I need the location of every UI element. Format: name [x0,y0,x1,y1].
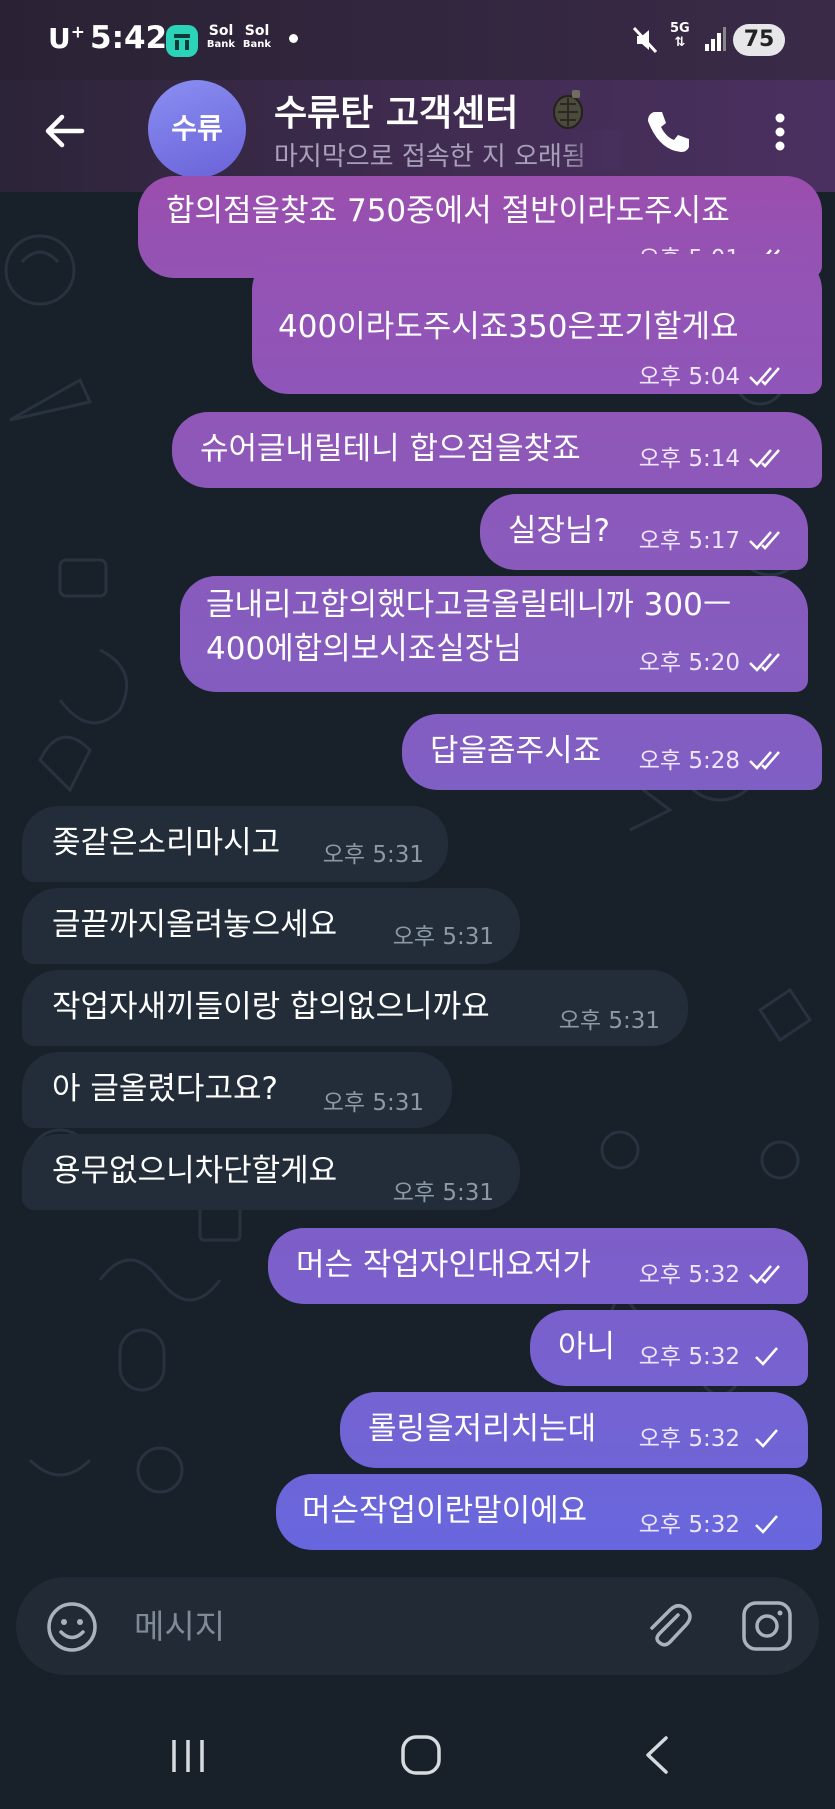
notification-dot [289,34,298,43]
message-text: 글끝까지올려놓으세요 [52,907,338,943]
message-composer [16,1577,819,1675]
message-time: 오후 5:31 [558,1008,660,1034]
message-bubble-out[interactable]: 아니 오후 5:32 [530,1310,808,1386]
message-time: 오후 5:31 [322,842,424,868]
check-icon [755,1347,778,1366]
message-bubble-in[interactable]: 아 글올렸다고요? 오후 5:31 [22,1052,452,1128]
network-5g-icon: 5G ⇅ [670,21,690,50]
double-check-icon [749,367,780,386]
message-time: 오후 5:31 [392,1180,494,1206]
chat-title[interactable]: 수류탄 고객센터 [274,84,518,136]
carrier-label: U+ [48,22,85,55]
message-text: 좆같은소리마시고 [52,825,281,861]
message-text: 답을좀주시죠 [430,733,602,769]
message-bubble-out[interactable]: 답을좀주시죠 오후 5:28 [402,714,822,790]
sol-bank-icon: Sol Bank [206,23,236,50]
message-text: 롤링을저리치는대 [368,1411,597,1447]
message-time: 오후 5:31 [392,924,494,950]
message-text: 400에합의보시죠실장님 [206,631,522,667]
message-bubble-in[interactable]: 작업자새끼들이랑 합의없으니까요 오후 5:31 [22,970,688,1046]
message-time: 오후 5:32 [639,1336,786,1378]
message-bubble-out[interactable]: 실장님? 오후 5:17 [480,494,808,570]
message-time: 오후 5:32 [639,1504,786,1546]
message-bubble-in[interactable]: 좆같은소리마시고 오후 5:31 [22,806,448,882]
recent-apps-icon[interactable] [168,1736,208,1776]
message-text: 슈어글내릴테니 합으점을찾죠 [200,431,581,467]
message-text: 용무없으니차단할게요 [52,1153,338,1189]
message-text: 합의점을찾죠 750중에서 절반이라도주시죠 [166,193,730,229]
message-bubble-in[interactable]: 글끝까지올려놓으세요 오후 5:31 [22,888,520,964]
status-bar: U+ 5:42 Sol Bank Sol Bank 5G ⇅ 75 [0,0,835,80]
signal-icon [705,27,726,51]
message-time: 오후 5:14 [639,438,786,480]
more-vertical-icon[interactable] [762,104,798,160]
phone-icon[interactable] [640,104,696,160]
bank-app-icon [166,25,198,57]
message-bubble-in[interactable]: 용무없으니차단할게요 오후 5:31 [22,1134,520,1210]
message-time: 오후 5:20 [639,642,786,684]
double-check-icon [749,531,780,550]
message-text: 머슨 작업자인대요저가 [296,1247,592,1283]
message-bubble-out[interactable]: 슈어글내릴테니 합으점을찾죠 오후 5:14 [172,412,822,488]
message-bubble-out[interactable]: 글내리고합의했다고글올릴테니까 300ㅡ 400에합의보시죠실장님 오후 5:2… [180,576,808,692]
message-time: 오후 5:31 [322,1090,424,1116]
message-bubble-out[interactable]: 머슨작업이란말이에요 오후 5:32 [276,1474,822,1550]
check-icon [755,1515,778,1534]
message-bubble-out[interactable]: 400이라도주시죠350은포기할게요 오후 5:04 [252,254,822,394]
message-bubble-out[interactable]: 롤링을저리치는대 오후 5:32 [340,1392,808,1468]
message-time: 오후 5:28 [639,740,786,782]
message-time: 오후 5:32 [639,1418,786,1460]
message-text: 실장님? [508,513,611,549]
message-input[interactable] [134,1599,534,1653]
message-text: 머슨작업이란말이에요 [302,1493,588,1529]
check-icon [755,1429,778,1448]
home-icon[interactable] [400,1734,442,1776]
status-time: 5:42 [90,20,168,56]
battery-indicator: 75 [733,24,785,56]
double-check-icon [749,449,780,468]
message-time: 오후 5:17 [639,520,786,562]
system-navbar [0,1700,835,1809]
message-time: 오후 5:32 [639,1254,786,1296]
double-check-icon [749,653,780,672]
sol-bank-icon-2: Sol Bank [242,23,272,50]
message-text: 400이라도주시죠350은포기할게요 [278,309,739,345]
camera-icon[interactable] [740,1599,794,1653]
message-text: 아 글올렸다고요? [52,1071,278,1107]
avatar[interactable]: 수류 [148,80,246,178]
message-text: 작업자새끼들이랑 합의없으니까요 [52,989,490,1025]
mute-icon [632,26,658,54]
message-bubble-out[interactable]: 머슨 작업자인대요저가 오후 5:32 [268,1228,808,1304]
status-fade [560,130,620,170]
grenade-icon [553,90,583,129]
arrow-left-icon[interactable] [40,106,90,156]
paperclip-icon[interactable] [642,1599,696,1653]
back-chevron-icon[interactable] [640,1734,674,1776]
double-check-icon [749,1265,780,1284]
message-text: 글내리고합의했다고글올릴테니까 300ㅡ [206,587,732,623]
double-check-icon [749,751,780,770]
message-text: 아니 [558,1329,616,1365]
emoji-icon[interactable] [46,1601,98,1653]
message-time: 오후 5:04 [639,356,786,398]
